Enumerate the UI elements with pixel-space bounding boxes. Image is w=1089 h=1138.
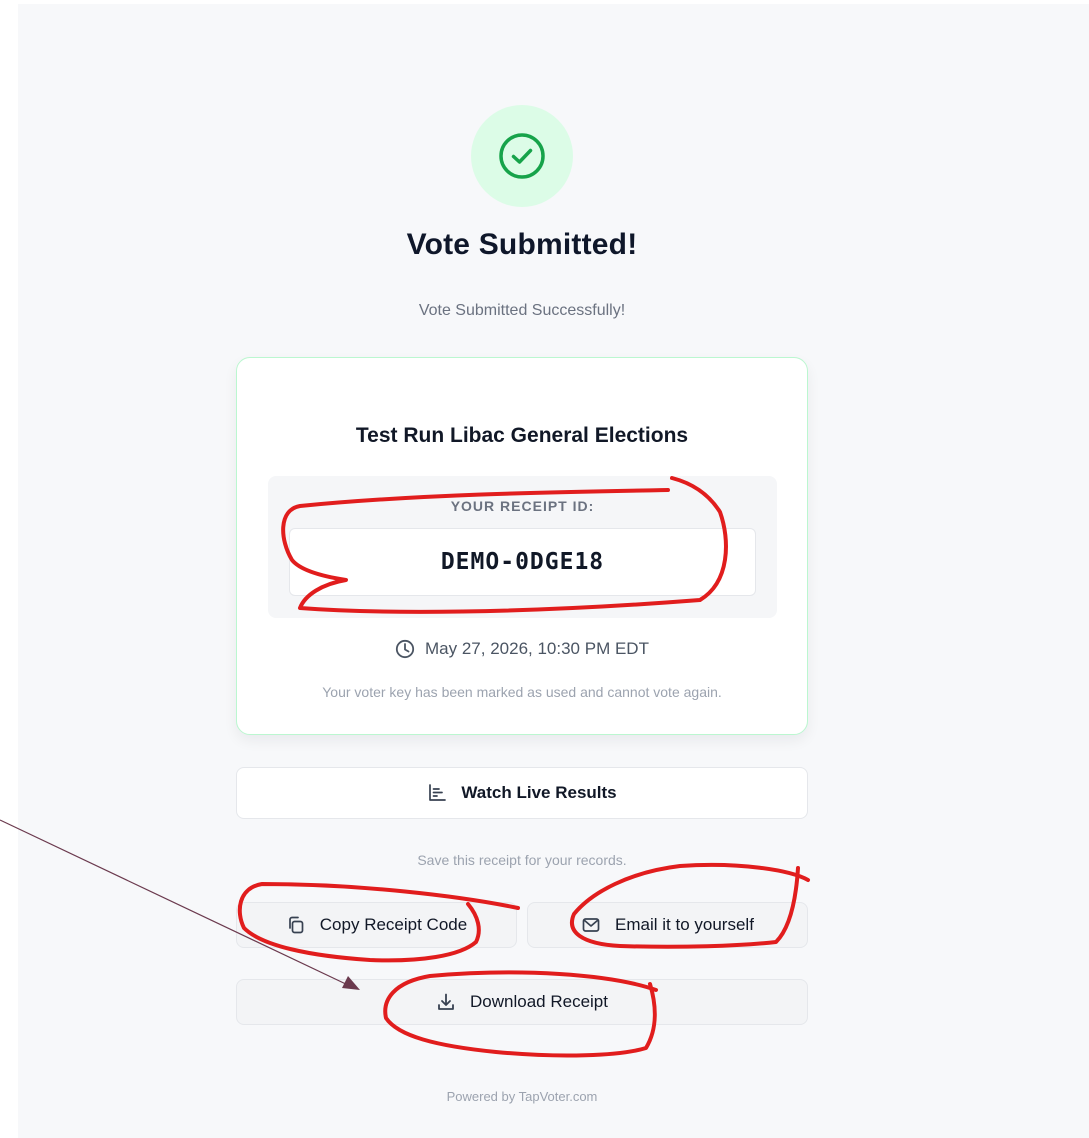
download-receipt-button[interactable]: Download Receipt (236, 979, 808, 1025)
clock-icon (395, 639, 415, 659)
receipt-id-panel: YOUR RECEIPT ID: DEMO-0DGE18 (268, 476, 777, 618)
receipt-card: Test Run Libac General Elections YOUR RE… (236, 357, 808, 735)
watch-live-results-button[interactable]: Watch Live Results (236, 767, 808, 819)
bar-chart-icon (427, 783, 447, 803)
mail-icon (581, 915, 601, 935)
receipt-id-value: DEMO-0DGE18 (440, 549, 605, 575)
check-circle-icon (497, 131, 547, 181)
copy-icon (286, 915, 306, 935)
download-icon (436, 992, 456, 1012)
page-subtitle: Vote Submitted Successfully! (418, 302, 626, 319)
watch-live-results-label: Watch Live Results (461, 783, 617, 802)
election-name: Test Run Libac General Elections (355, 424, 689, 447)
receipt-id-label: YOUR RECEIPT ID: (450, 498, 595, 514)
submission-timestamp: May 27, 2026, 10:30 PM EDT (237, 639, 807, 659)
timestamp-text: May 27, 2026, 10:30 PM EDT (425, 639, 649, 658)
email-receipt-label: Email it to yourself (615, 915, 754, 934)
powered-by-footer: Powered by TapVoter.com (446, 1089, 598, 1104)
receipt-id-field[interactable]: DEMO-0DGE18 (289, 528, 756, 596)
success-badge (471, 105, 573, 207)
copy-receipt-code-button[interactable]: Copy Receipt Code (236, 902, 517, 948)
copy-receipt-code-label: Copy Receipt Code (319, 915, 468, 934)
save-receipt-note: Save this receipt for your records. (417, 852, 627, 868)
page-title: Vote Submitted! (406, 228, 638, 261)
email-receipt-button[interactable]: Email it to yourself (527, 902, 808, 948)
voter-key-note: Your voter key has been marked as used a… (322, 684, 722, 700)
download-receipt-label: Download Receipt (470, 992, 608, 1011)
